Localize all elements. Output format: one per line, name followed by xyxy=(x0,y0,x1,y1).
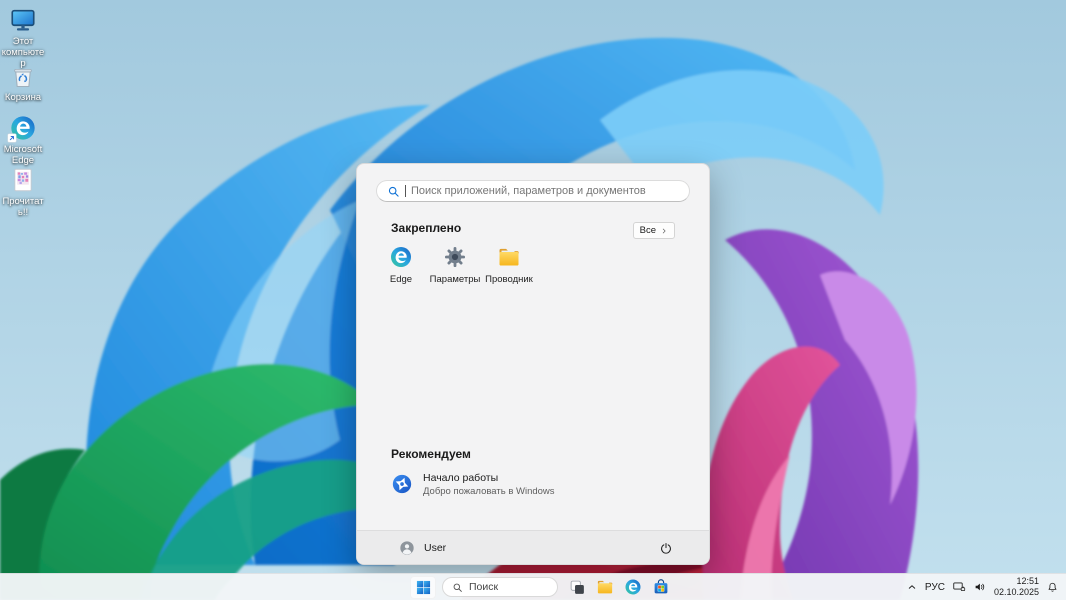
start-search-input[interactable] xyxy=(411,185,679,197)
taskbar-search-box[interactable]: Поиск xyxy=(442,577,558,597)
taskbar-center: Поиск xyxy=(410,575,674,599)
bell-icon xyxy=(1046,581,1059,594)
volume-icon xyxy=(973,580,987,594)
desktop-icon-recycle-bin[interactable]: Корзина xyxy=(0,62,46,104)
all-apps-button[interactable]: Все xyxy=(633,222,675,239)
power-button[interactable] xyxy=(653,535,679,561)
start-menu: Закреплено Все Edge Параметры Проводник … xyxy=(356,163,710,565)
recommended-section-title: Рекомендуем xyxy=(391,447,471,461)
edge-taskbar-button[interactable] xyxy=(620,576,646,599)
pinned-app-label: Проводник xyxy=(485,274,533,285)
all-apps-label: Все xyxy=(640,225,656,236)
task-view-button[interactable] xyxy=(564,576,590,599)
system-tray: РУС 12:51 02.10.2025 xyxy=(906,574,1059,600)
text-cursor xyxy=(405,185,406,197)
chevron-up-icon xyxy=(906,581,918,593)
microsoft-store-button[interactable] xyxy=(648,576,674,599)
desktop-icon-label: Microsoft Edge xyxy=(0,145,46,167)
user-menu-button[interactable]: User xyxy=(399,540,446,556)
start-menu-user-bar: User xyxy=(357,530,709,564)
start-button[interactable] xyxy=(410,576,436,599)
edge-icon xyxy=(389,245,413,269)
desktop-icon-this-pc[interactable]: Этот компьютер xyxy=(0,6,46,70)
pinned-app-label: Параметры xyxy=(430,274,481,285)
start-search-box[interactable] xyxy=(376,180,690,202)
pinned-section-title: Закреплено xyxy=(391,221,461,235)
edge-icon xyxy=(624,578,642,596)
clock[interactable]: 12:51 02.10.2025 xyxy=(994,576,1039,599)
store-icon xyxy=(652,578,670,596)
shortcut-arrow-icon xyxy=(7,133,17,143)
desktop-icon-label: Корзина xyxy=(5,93,41,104)
volume-button[interactable] xyxy=(973,580,987,594)
file-explorer-button[interactable] xyxy=(592,576,618,599)
get-started-icon xyxy=(391,473,413,495)
language-indicator[interactable]: РУС xyxy=(925,582,945,593)
gear-icon xyxy=(443,245,467,269)
notifications-button[interactable] xyxy=(1046,581,1059,594)
network-icon xyxy=(952,580,966,594)
folder-icon xyxy=(497,245,521,269)
windows-logo-icon xyxy=(416,580,431,595)
pinned-app-settings[interactable]: Параметры xyxy=(428,241,482,299)
recommended-item-texts: Начало работы Добро пожаловать в Windows xyxy=(423,472,555,497)
power-icon xyxy=(659,541,673,555)
network-button[interactable] xyxy=(952,580,966,594)
search-icon xyxy=(452,582,463,593)
pinned-app-label: Edge xyxy=(390,274,412,285)
recommended-item-title: Начало работы xyxy=(423,472,555,484)
tray-time: 12:51 xyxy=(1016,576,1039,586)
this-pc-icon xyxy=(9,6,37,34)
image-file-icon xyxy=(9,166,37,194)
avatar xyxy=(399,540,415,556)
desktop-icon-edge[interactable]: Microsoft Edge xyxy=(0,114,46,167)
pinned-apps-grid: Edge Параметры Проводник xyxy=(374,241,536,299)
edge-icon xyxy=(9,114,37,142)
search-icon xyxy=(387,185,400,198)
desktop-icon-label: Прочитать!! xyxy=(0,197,46,219)
folder-icon xyxy=(596,578,614,596)
tray-overflow-button[interactable] xyxy=(906,581,918,593)
chevron-right-icon xyxy=(660,227,668,235)
tray-date: 02.10.2025 xyxy=(994,587,1039,597)
desktop-icon-readme[interactable]: Прочитать!! xyxy=(0,166,46,219)
taskbar: Поиск РУС 12:51 02.10.2025 xyxy=(0,573,1066,600)
recommended-item-get-started[interactable]: Начало работы Добро пожаловать в Windows xyxy=(387,464,683,504)
pinned-app-explorer[interactable]: Проводник xyxy=(482,241,536,299)
task-view-icon xyxy=(569,579,586,596)
user-name: User xyxy=(424,542,446,554)
taskbar-search-label: Поиск xyxy=(469,581,498,593)
recommended-item-subtitle: Добро пожаловать в Windows xyxy=(423,486,555,497)
recycle-bin-icon xyxy=(9,62,37,90)
pinned-app-edge[interactable]: Edge xyxy=(374,241,428,299)
